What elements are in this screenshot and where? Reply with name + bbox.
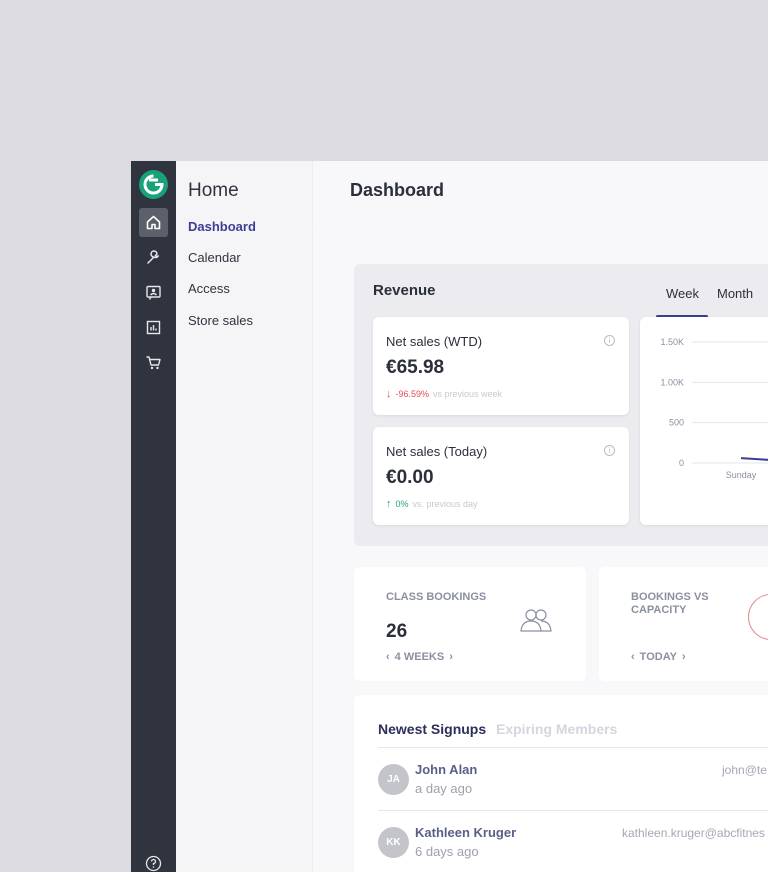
delta-note: vs. previous day (412, 499, 478, 509)
arrow-up-icon: ↑ (386, 498, 392, 510)
nav-item-store-sales[interactable]: Store sales (188, 313, 253, 328)
y-tick-label: 0 (679, 458, 684, 468)
period-label: TODAY (639, 651, 677, 663)
signup-time: 6 days ago (415, 844, 479, 859)
nav-item-calendar[interactable]: Calendar (188, 250, 241, 265)
series-line (740, 457, 768, 461)
nav-section-title: Home (188, 180, 239, 201)
net-sales-today-card: Net sales (Today) i €0.00 ↑ 0% vs. previ… (373, 427, 629, 525)
y-tick-label: 500 (669, 418, 684, 428)
nav-item-access[interactable]: Access (188, 281, 230, 296)
revenue-panel: Revenue Week Month Net sales (WTD) i €65… (354, 264, 768, 546)
main-content: Dashboard Revenue Week Month Net sales (… (313, 161, 768, 872)
signups-panel: Newest Signups Expiring Members JA John … (354, 695, 768, 872)
member-name[interactable]: John Alan (415, 762, 477, 777)
help-icon[interactable] (145, 855, 162, 872)
delta-value: 0% (395, 499, 409, 509)
member-email: kathleen.kruger@abcfitnes (622, 826, 765, 840)
chevron-right-icon[interactable]: › (449, 651, 453, 663)
info-icon[interactable]: i (604, 335, 615, 346)
info-icon[interactable]: i (604, 445, 615, 456)
icon-rail (131, 161, 176, 872)
member-name[interactable]: Kathleen Kruger (415, 825, 516, 840)
home-icon[interactable] (139, 208, 168, 237)
stat-label: BOOKINGS VS CAPACITY (631, 591, 709, 616)
delta-value: -96.59% (395, 389, 430, 399)
wrench-icon[interactable] (139, 243, 168, 272)
chevron-right-icon[interactable]: › (682, 651, 686, 663)
signup-time: a day ago (415, 781, 473, 796)
bookings-vs-capacity-card: BOOKINGS VS CAPACITY ‹ TODAY › (599, 567, 768, 681)
class-bookings-card: CLASS BOOKINGS 26 ‹ 4 WEEKS › (354, 567, 586, 681)
delta-note: vs previous week (433, 389, 503, 399)
period-switcher: ‹ 4 WEEKS › (386, 651, 453, 663)
period-label: 4 WEEKS (394, 651, 445, 663)
users-icon (517, 607, 555, 640)
member-email: john@te (722, 763, 767, 777)
revenue-title: Revenue (373, 282, 436, 299)
kpi-label: Net sales (WTD) (386, 334, 483, 349)
avatar: JA (378, 764, 409, 795)
page-title: Dashboard (350, 180, 445, 200)
avatar: KK (378, 827, 409, 858)
x-tick-label: Sunday (726, 470, 757, 480)
y-tick-label: 1.00K (660, 377, 684, 387)
kpi-delta: ↑ 0% vs. previous day (386, 498, 478, 510)
period-switcher: ‹ TODAY › (631, 651, 686, 663)
capacity-gauge (748, 594, 768, 640)
y-tick-label: 1.50K (660, 337, 684, 347)
revenue-chart-card: 1.50K 1.00K 500 0 Sunday (640, 317, 768, 525)
divider (378, 810, 768, 811)
active-nav-pointer (302, 218, 313, 240)
secondary-nav: Home Dashboard Calendar Access Store sal… (176, 161, 313, 872)
bar-chart-icon[interactable] (139, 313, 168, 342)
tab-expiring-members[interactable]: Expiring Members (496, 721, 617, 737)
stat-label: CLASS BOOKINGS (386, 591, 487, 603)
nav-item-dashboard[interactable]: Dashboard (188, 219, 256, 234)
tab-newest-signups[interactable]: Newest Signups (378, 721, 486, 737)
kpi-value: €65.98 (386, 357, 445, 378)
tab-week[interactable]: Week (666, 286, 699, 301)
tab-month[interactable]: Month (717, 286, 753, 301)
net-sales-wtd-card: Net sales (WTD) i €65.98 ↓ -96.59% vs pr… (373, 317, 629, 415)
brand-logo-icon[interactable] (139, 170, 168, 199)
kpi-label: Net sales (Today) (386, 444, 488, 459)
contact-card-icon[interactable] (139, 278, 168, 307)
app-window: Home Dashboard Calendar Access Store sal… (131, 161, 768, 872)
stat-value: 26 (386, 621, 408, 642)
kpi-delta: ↓ -96.59% vs previous week (386, 388, 502, 400)
arrow-down-icon: ↓ (386, 388, 392, 400)
kpi-value: €0.00 (386, 467, 434, 488)
divider (378, 747, 768, 748)
cart-icon[interactable] (139, 348, 168, 377)
chevron-left-icon[interactable]: ‹ (631, 651, 635, 663)
chevron-left-icon[interactable]: ‹ (386, 651, 390, 663)
revenue-chart: 1.50K 1.00K 500 0 Sunday (660, 337, 768, 480)
